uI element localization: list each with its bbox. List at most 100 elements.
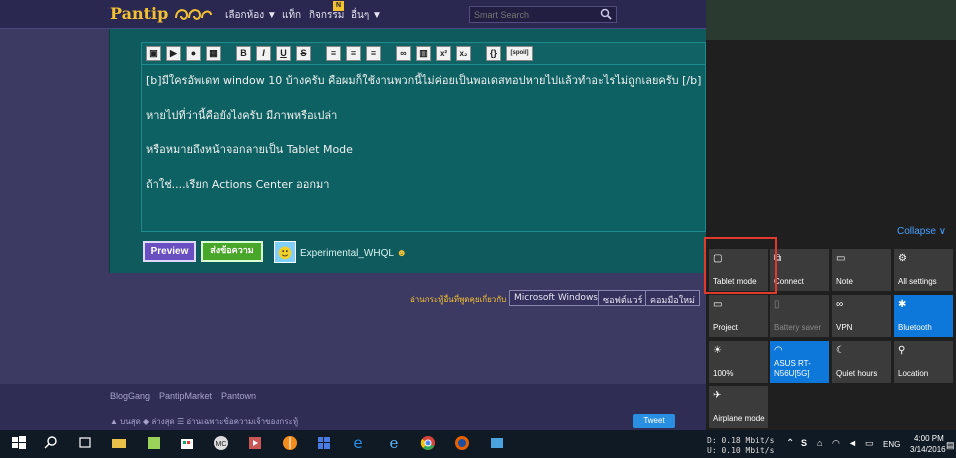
tag-software[interactable]: ซอฟต์แวร์: [598, 290, 648, 306]
quick-action-label: Location: [898, 369, 929, 378]
vpn-icon: ∞: [836, 299, 844, 310]
skype-tray-icon[interactable]: S: [801, 438, 807, 448]
editor-toolbar: ▣ ▶ ● ▦ B I U S ≡ ≡ ≡ ∞ ▥ x² x₂ {} [spoi…: [141, 42, 706, 65]
superscript-button[interactable]: x²: [436, 46, 451, 61]
send-message-button[interactable]: ส่งข้อความ: [201, 241, 263, 262]
quick-action-quiet-hours[interactable]: ☾ Quiet hours: [832, 341, 891, 383]
pantip-logo[interactable]: Pantip: [110, 4, 168, 23]
insert-map-icon[interactable]: ●: [186, 46, 201, 61]
strikethrough-button[interactable]: S: [296, 46, 311, 61]
new-badge: N: [333, 1, 344, 11]
nav-more[interactable]: อื่นๆ ▼: [351, 8, 382, 23]
quick-action-label: All settings: [898, 277, 937, 286]
align-left-icon[interactable]: ≡: [326, 46, 341, 61]
search-icon[interactable]: [600, 8, 612, 20]
wifi-icon: ◠: [774, 345, 783, 356]
start-icon[interactable]: [10, 434, 28, 452]
airplane-icon: ✈: [713, 390, 722, 401]
notes-app-icon[interactable]: [145, 434, 163, 452]
language-indicator[interactable]: ENG: [883, 440, 900, 449]
message-textarea[interactable]: [b]มีใครอัพเดท window 10 บ้างครับ คือผมก…: [141, 65, 706, 232]
code-button[interactable]: {}: [486, 46, 501, 61]
wifi-tray-icon[interactable]: ◠: [832, 438, 840, 449]
subscript-button[interactable]: x₂: [456, 46, 471, 61]
insert-video-icon[interactable]: ▶: [166, 46, 181, 61]
quick-action-vpn[interactable]: ∞ VPN: [832, 295, 891, 337]
quick-action-label: Bluetooth: [898, 323, 932, 332]
quick-action-label: Note: [836, 277, 853, 286]
highlight-box: [704, 237, 777, 294]
italic-button[interactable]: I: [256, 46, 271, 61]
tray-app-icon[interactable]: ⌂: [817, 438, 822, 448]
nav-tags[interactable]: แท็ก: [282, 8, 301, 23]
preview-button[interactable]: Preview: [143, 241, 196, 262]
video-app-icon[interactable]: [246, 434, 264, 452]
footer-link-pantown[interactable]: Pantown: [221, 391, 256, 401]
photos-app-icon[interactable]: [488, 434, 506, 452]
tweet-button[interactable]: Tweet: [633, 414, 675, 428]
quick-action-100[interactable]: ☀ 100%: [709, 341, 768, 383]
net-upload-speed: U: 0.10 Mbit/s: [707, 446, 775, 455]
svg-text:MC: MC: [216, 441, 227, 448]
insert-photo-icon[interactable]: ▦: [206, 46, 221, 61]
quick-action-label: Battery saver: [774, 323, 822, 332]
smiley-icon: ☻: [396, 248, 407, 259]
battery-icon: ▯: [774, 299, 780, 310]
avatar[interactable]: [274, 241, 296, 263]
align-center-icon[interactable]: ≡: [346, 46, 361, 61]
clock-time[interactable]: 4:00 PM: [914, 434, 944, 443]
insert-image-icon[interactable]: ▣: [146, 46, 161, 61]
quick-action-battery-saver[interactable]: ▯ Battery saver: [770, 295, 829, 337]
tray-up-chevron-icon[interactable]: ⌃: [786, 438, 794, 449]
store-icon[interactable]: [178, 434, 196, 452]
quick-action-asus-rt-n56u-5g[interactable]: ◠ ASUS RT-N56U[5G]: [770, 341, 829, 383]
firefox-icon[interactable]: [453, 434, 471, 452]
notification-icon[interactable]: ▤: [946, 440, 955, 451]
keyboard-icon[interactable]: ▭: [865, 438, 874, 449]
taskbar: [0, 430, 956, 458]
search-taskbar-icon[interactable]: [42, 434, 60, 452]
internet-explorer-icon[interactable]: e: [385, 434, 403, 452]
quick-action-connect[interactable]: ⧉ Connect: [770, 249, 829, 291]
media-app-icon[interactable]: MC: [212, 434, 230, 452]
underline-button[interactable]: U: [276, 46, 291, 61]
quick-action-airplane-mode[interactable]: ✈ Airplane mode: [709, 386, 768, 428]
editor-line: หายไปที่ว่านี้คือยังไงครับ มีภาพหรือเปล่…: [146, 109, 338, 122]
footer: [0, 384, 706, 430]
gear-icon: ⚙: [898, 253, 907, 264]
footer-navigation[interactable]: ▲ บนสุด ◆ ล่างสุด ☰ อ่านเฉพาะข้อความเจ้า…: [110, 415, 298, 428]
quick-action-bluetooth[interactable]: ✱ Bluetooth: [894, 295, 953, 337]
orange-app-icon[interactable]: [281, 434, 299, 452]
collapse-link[interactable]: Collapse ∨: [897, 226, 946, 237]
task-view-icon[interactable]: [76, 434, 94, 452]
logo-mark-icon: [175, 9, 212, 20]
quick-action-label: VPN: [836, 323, 853, 332]
nav-select-room[interactable]: เลือกห้อง ▼: [225, 8, 277, 23]
quick-action-all-settings[interactable]: ⚙ All settings: [894, 249, 953, 291]
edge-browser-icon[interactable]: e: [349, 434, 367, 452]
align-right-icon[interactable]: ≡: [366, 46, 381, 61]
link-icon[interactable]: ∞: [396, 46, 411, 61]
tag-computer-newbie[interactable]: คอมมือใหม่: [645, 290, 700, 306]
location-icon: ⚲: [898, 345, 906, 356]
footer-link-pantipmarket[interactable]: PantipMarket: [159, 391, 212, 401]
editor-line: หรือหมายถึงหน้าจอกลายเป็น Tablet Mode: [146, 143, 353, 156]
username[interactable]: Experimental_WHQL ☻: [300, 248, 407, 259]
spoiler-button[interactable]: [spoil]: [506, 46, 533, 61]
volume-icon[interactable]: ◄: [848, 438, 857, 448]
related-tags-label: อ่านกระทู้อื่นที่พูดคุยเกี่ยวกับ: [410, 295, 507, 304]
quick-action-project[interactable]: ▭ Project: [709, 295, 768, 337]
chrome-icon[interactable]: [419, 434, 437, 452]
tag-microsoft-windows[interactable]: Microsoft Windows: [509, 290, 603, 306]
moon-icon: ☾: [836, 345, 845, 356]
search-input[interactable]: [469, 6, 617, 23]
editor-line: [b]มีใครอัพเดท window 10 บ้างครับ คือผมก…: [146, 74, 702, 87]
quick-action-note[interactable]: ▭ Note: [832, 249, 891, 291]
clock-date[interactable]: 3/14/2016: [910, 445, 946, 454]
windows-app-icon[interactable]: [315, 434, 333, 452]
bold-button[interactable]: B: [236, 46, 251, 61]
file-explorer-icon[interactable]: [110, 434, 128, 452]
table-icon[interactable]: ▥: [416, 46, 431, 61]
quick-action-location[interactable]: ⚲ Location: [894, 341, 953, 383]
footer-link-bloggang[interactable]: BlogGang: [110, 391, 150, 401]
